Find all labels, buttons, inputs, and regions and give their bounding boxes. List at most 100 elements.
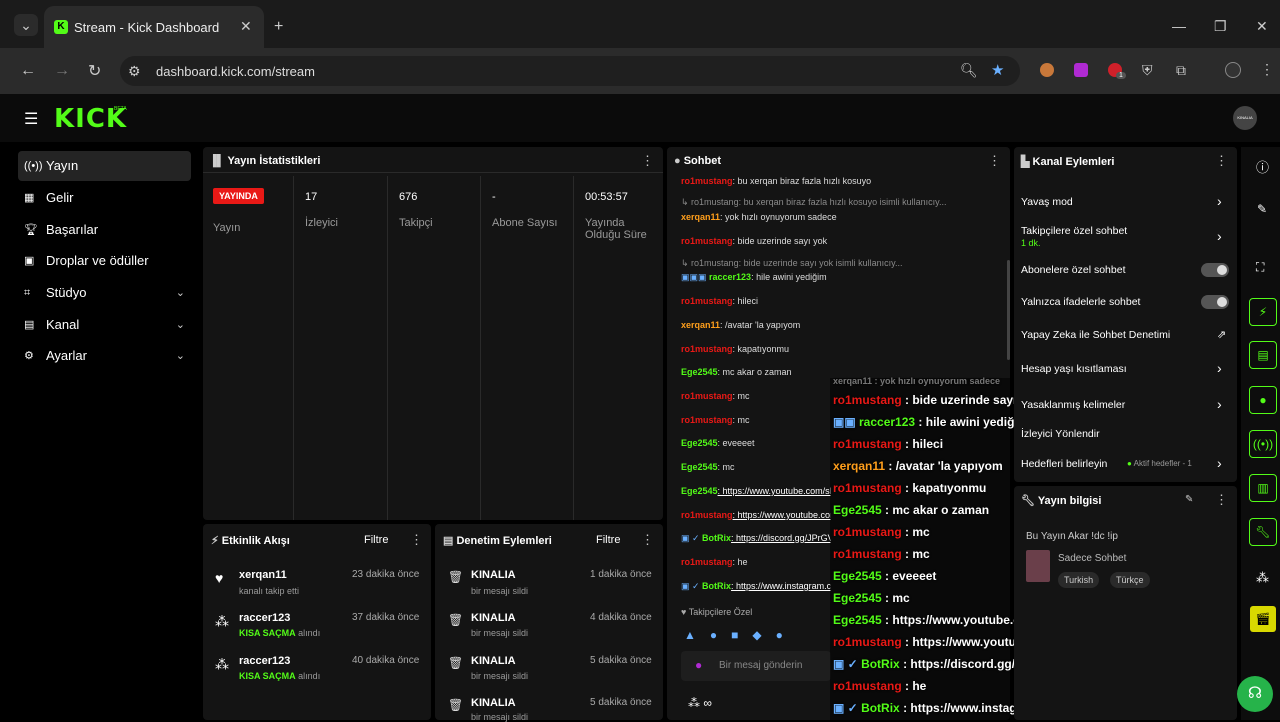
- chevron-right-icon[interactable]: ›: [1217, 193, 1222, 209]
- chat-username[interactable]: Ege2545: [681, 367, 718, 377]
- site-settings-icon[interactable]: ⚙: [128, 63, 141, 80]
- clapperboard-icon[interactable]: 🎬︎: [1250, 606, 1276, 632]
- chat-username[interactable]: xerqan11: [681, 320, 720, 330]
- moderator-name[interactable]: KINALIA: [471, 655, 516, 667]
- activity-user[interactable]: raccer123: [239, 612, 290, 624]
- channel-actions-more-icon[interactable]: ⋮: [1215, 153, 1228, 169]
- sidebar-item-ayarlar[interactable]: ⚙ Ayarlar ⌄: [18, 341, 191, 371]
- wrench-tool-button[interactable]: 🔧︎: [1249, 518, 1277, 546]
- chat-username[interactable]: BotRix: [702, 533, 731, 543]
- bookmark-star-icon[interactable]: ★: [991, 61, 1004, 79]
- slow-mode-label[interactable]: Yavaş mod: [1021, 196, 1073, 208]
- info-icon[interactable]: ⓘ: [1256, 157, 1269, 176]
- emote-chat-toggle[interactable]: [1201, 295, 1229, 309]
- chat-username[interactable]: Ege2545: [681, 438, 718, 448]
- chat-username[interactable]: ro1mustang: [681, 510, 733, 520]
- chevron-right-icon[interactable]: ›: [1217, 360, 1222, 376]
- set-goals-label[interactable]: Hedefleri belirleyin: [1021, 458, 1107, 470]
- chat-username[interactable]: ro1mustang: [681, 391, 733, 401]
- sidebar-item-basarilar[interactable]: 🏆︎ Başarılar: [18, 215, 191, 245]
- chat-link[interactable]: : https://www.instagram.com/mehmettt_o2/: [731, 581, 831, 591]
- moderation-filter-button[interactable]: Filtre: [596, 534, 620, 546]
- chat-username[interactable]: raccer123: [709, 272, 751, 282]
- stats-more-icon[interactable]: ⋮: [641, 153, 654, 169]
- new-tab-icon[interactable]: +: [274, 18, 283, 36]
- moderator-name[interactable]: KINALIA: [471, 612, 516, 624]
- chat-username[interactable]: Ege2545: [681, 486, 718, 496]
- microphone-icon[interactable]: ●: [695, 658, 702, 672]
- chat-username[interactable]: ro1mustang: [681, 176, 733, 186]
- fullscreen-icon[interactable]: ⛶: [1256, 260, 1264, 275]
- pencil-icon[interactable]: ✎: [1257, 202, 1267, 216]
- url-text[interactable]: dashboard.kick.com/stream: [156, 64, 315, 79]
- subs-chat-toggle[interactable]: [1201, 263, 1229, 277]
- sidebar-item-label: Gelir: [46, 190, 74, 205]
- emote-row[interactable]: ▲●■◆●: [684, 628, 797, 642]
- lightning-tool-button[interactable]: ⚡︎: [1249, 298, 1277, 326]
- chat-username[interactable]: ro1mustang: [681, 236, 733, 246]
- followers-chat-label[interactable]: Takipçilere özel sohbet: [1021, 225, 1127, 237]
- shield-extension-icon[interactable]: ⛨: [1142, 62, 1153, 79]
- sidebar-item-yayin[interactable]: ((•)) Yayın: [18, 151, 191, 181]
- forward-icon[interactable]: →: [54, 62, 70, 80]
- sidebar-item-gelir[interactable]: ▦ Gelir: [18, 183, 191, 213]
- extension-purple-icon[interactable]: [1074, 63, 1088, 77]
- chevron-right-icon[interactable]: ›: [1217, 228, 1222, 244]
- profile-avatar[interactable]: [1225, 62, 1241, 78]
- zoom-icon[interactable]: 🔍︎: [960, 62, 978, 79]
- tab-search-button[interactable]: ⌄: [14, 14, 38, 36]
- sidebar-item-kanal[interactable]: ▤ Kanal ⌄: [18, 310, 191, 340]
- hamburger-menu-icon[interactable]: ☰: [24, 109, 38, 129]
- moderator-name[interactable]: KINALIA: [471, 697, 516, 709]
- chat-username[interactable]: ro1mustang: [681, 344, 733, 354]
- reload-icon[interactable]: ↻: [88, 61, 101, 81]
- edit-icon[interactable]: ✎: [1185, 494, 1193, 505]
- chat-scrollbar[interactable]: [1007, 260, 1010, 360]
- back-icon[interactable]: ←: [20, 62, 36, 80]
- moderation-more-icon[interactable]: ⋮: [641, 532, 654, 548]
- external-link-icon[interactable]: ⇗: [1217, 328, 1226, 341]
- category-name[interactable]: Sadece Sohbet: [1058, 553, 1126, 564]
- activity-user[interactable]: raccer123: [239, 655, 290, 667]
- ai-mod-label[interactable]: Yapay Zeka ile Sohbet Denetimi: [1021, 329, 1170, 341]
- chat-username[interactable]: xerqan11: [681, 212, 720, 222]
- activity-filter-button[interactable]: Filtre: [364, 534, 388, 546]
- chat-link[interactable]: : https://www.youtube.com/shorts/zEhR9a9…: [718, 486, 831, 496]
- broadcast-tool-button[interactable]: ((•)): [1249, 430, 1277, 458]
- extension-cookie-icon[interactable]: [1040, 63, 1054, 77]
- activity-user[interactable]: xerqan11: [239, 569, 287, 581]
- browser-tab[interactable]: K Stream - Kick Dashboard ✕: [44, 6, 264, 48]
- chat-username[interactable]: Ege2545: [681, 462, 718, 472]
- close-tab-icon[interactable]: ✕: [240, 18, 252, 35]
- support-headset-icon[interactable]: ☊: [1237, 676, 1273, 712]
- trash-icon: 🗑︎: [448, 698, 464, 712]
- chat-tool-button[interactable]: ●: [1249, 386, 1277, 414]
- sidebar-item-studyo[interactable]: ⌗ Stüdyo ⌄: [18, 278, 191, 308]
- chat-username[interactable]: ro1mustang: [681, 557, 733, 567]
- chat-more-icon[interactable]: ⋮: [988, 153, 1001, 169]
- chat-link[interactable]: : https://www.youtube.com/watch?v=CHFlOp…: [733, 510, 831, 520]
- notes-tool-button[interactable]: ▤: [1249, 341, 1277, 369]
- banned-words-label[interactable]: Yasaklanmış kelimeler: [1021, 399, 1125, 411]
- browser-menu-icon[interactable]: ⋮: [1260, 61, 1274, 78]
- clip-tool-button[interactable]: ▥: [1249, 474, 1277, 502]
- chat-username[interactable]: ro1mustang: [681, 415, 733, 425]
- rewards-icon[interactable]: ⁂: [1256, 570, 1269, 586]
- chevron-right-icon[interactable]: ›: [1217, 455, 1222, 471]
- sidebar-item-droplar[interactable]: ▣ Droplar ve ödüller: [18, 246, 191, 276]
- user-avatar[interactable]: KINALIA: [1233, 106, 1257, 130]
- moderator-name[interactable]: KINALIA: [471, 569, 516, 581]
- close-window-icon[interactable]: ✕: [1256, 18, 1268, 35]
- chat-username[interactable]: ro1mustang: [681, 296, 733, 306]
- restore-icon[interactable]: ❐: [1214, 18, 1227, 35]
- settings-icon[interactable]: ⁂ ∞: [688, 696, 712, 710]
- viewer-redirect-label[interactable]: İzleyici Yönlendir: [1021, 428, 1100, 440]
- extensions-puzzle-icon[interactable]: ⧉: [1176, 62, 1186, 79]
- chevron-right-icon[interactable]: ›: [1217, 396, 1222, 412]
- chat-username[interactable]: BotRix: [702, 581, 731, 591]
- age-restriction-label[interactable]: Hesap yaşı kısıtlaması: [1021, 363, 1127, 375]
- stream-info-more-icon[interactable]: ⋮: [1215, 492, 1228, 508]
- chat-link[interactable]: : https://discord.gg/JPrGVU38CE: [731, 533, 831, 543]
- minimize-icon[interactable]: —: [1172, 18, 1186, 34]
- activity-more-icon[interactable]: ⋮: [410, 532, 423, 548]
